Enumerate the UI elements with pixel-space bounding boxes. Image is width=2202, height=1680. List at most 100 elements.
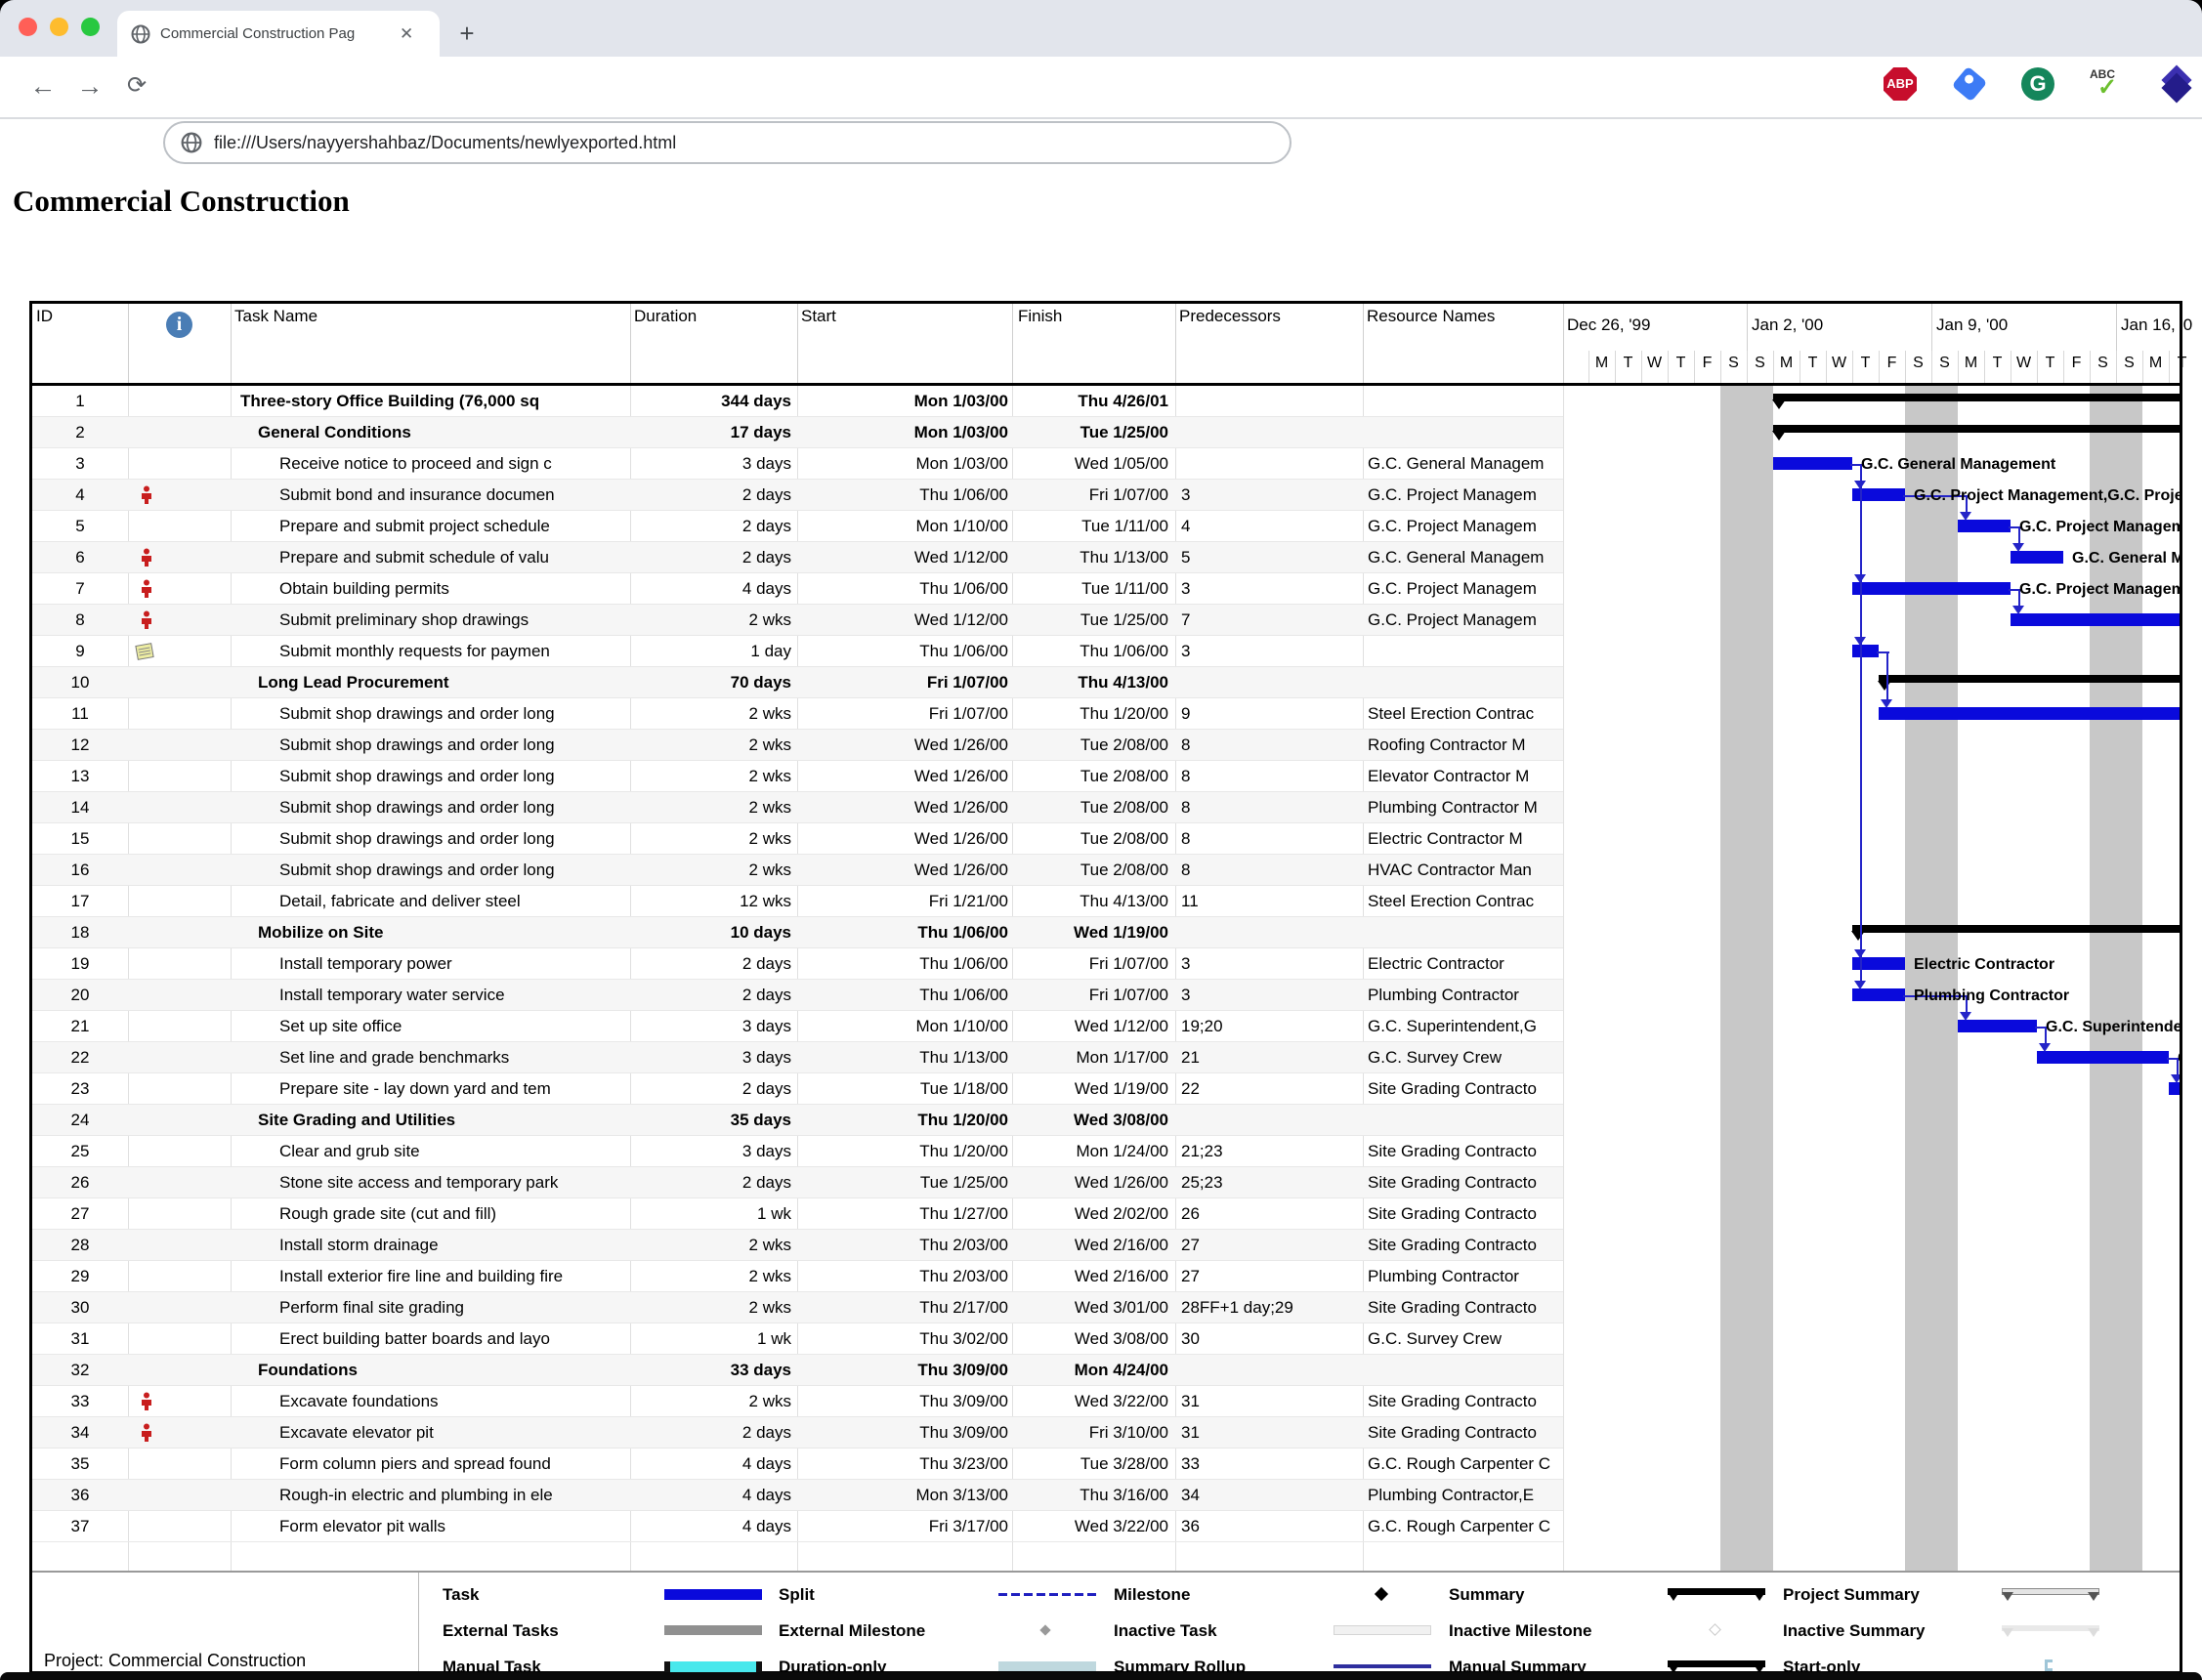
cell-predecessors: 8 bbox=[1181, 761, 1357, 792]
cell-finish: Tue 2/08/00 bbox=[1014, 761, 1168, 792]
cell-id: 9 bbox=[32, 636, 128, 667]
cell-predecessors bbox=[1181, 917, 1357, 948]
close-window-button[interactable] bbox=[19, 18, 37, 36]
link-line bbox=[2177, 1058, 2179, 1074]
gantt-summary-start-triangle bbox=[1878, 681, 1891, 691]
timeline-day-letter: M bbox=[1588, 355, 1615, 372]
reload-button[interactable]: ⟳ bbox=[115, 64, 158, 107]
cell-resources: Electric Contractor bbox=[1368, 948, 1561, 980]
gantt-summary-bar bbox=[1879, 675, 2180, 683]
cell-predecessors: 21;23 bbox=[1181, 1136, 1357, 1167]
cell-start: Wed 1/12/00 bbox=[797, 542, 1008, 573]
cell-start: Thu 1/06/00 bbox=[797, 480, 1008, 511]
cell-resources: Plumbing Contractor M bbox=[1368, 792, 1561, 823]
zoom-window-button[interactable] bbox=[81, 18, 100, 36]
timeline-day-letter: S bbox=[1720, 355, 1747, 372]
cell-task-name: Prepare and submit schedule of valu bbox=[231, 542, 630, 573]
weekend-shading bbox=[2090, 386, 2142, 1571]
layers-extension-icon[interactable] bbox=[2158, 67, 2195, 105]
cell-start: Fri 1/21/00 bbox=[797, 886, 1008, 917]
spellcheck-abc-extension-icon[interactable]: ABC ✓ bbox=[2090, 67, 2127, 105]
symbol-manual-task bbox=[756, 1661, 762, 1672]
cell-resources: Site Grading Contracto bbox=[1368, 1386, 1561, 1417]
cell-start: Tue 1/25/00 bbox=[797, 1167, 1008, 1198]
cell-duration: 2 days bbox=[630, 980, 791, 1011]
cell-finish: Tue 1/25/00 bbox=[1014, 605, 1168, 636]
adblock-plus-extension-icon[interactable]: ABP bbox=[1884, 67, 1921, 105]
gantt-task-bar bbox=[1773, 457, 1852, 470]
cell-resources: G.C. General Managem bbox=[1368, 542, 1561, 573]
tab-close-icon[interactable]: ✕ bbox=[400, 24, 413, 44]
table-row: 34Excavate elevator pit2 daysThu 3/09/00… bbox=[32, 1417, 1563, 1449]
timeline-week-label: Jan 2, '00 bbox=[1752, 315, 1823, 335]
legend-item-label: Inactive Milestone bbox=[1449, 1621, 1591, 1641]
cell-id: 8 bbox=[32, 605, 128, 636]
table-row: 9Submit monthly requests for paymen1 day… bbox=[32, 636, 1563, 667]
column-separator bbox=[231, 304, 232, 383]
cell-start: Mon 1/03/00 bbox=[797, 386, 1008, 417]
forward-button[interactable]: → bbox=[68, 64, 111, 107]
cell-task-name: Form column piers and spread found bbox=[231, 1449, 630, 1480]
cell-start: Thu 1/06/00 bbox=[797, 636, 1008, 667]
cell-finish: Tue 2/08/00 bbox=[1014, 823, 1168, 855]
col-header-id: ID bbox=[36, 307, 53, 326]
table-row: 27Rough grade site (cut and fill)1 wkThu… bbox=[32, 1198, 1563, 1230]
timeline-week-label: Jan 16, '0 bbox=[2121, 315, 2192, 335]
gantt-task-bar bbox=[1852, 645, 1879, 657]
link-arrowhead bbox=[1881, 699, 1892, 708]
cell-task-name: Submit shop drawings and order long bbox=[231, 792, 630, 823]
back-button[interactable]: ← bbox=[21, 64, 64, 107]
cell-finish: Wed 3/01/00 bbox=[1014, 1292, 1168, 1323]
gantt-summary-start-triangle bbox=[1772, 399, 1786, 409]
url-text[interactable]: file:///Users/nayyershahbaz/Documents/ne… bbox=[214, 133, 676, 153]
cell-predecessors: 21 bbox=[1181, 1042, 1357, 1073]
cell-finish: Wed 3/08/00 bbox=[1014, 1323, 1168, 1355]
minimize-window-button[interactable] bbox=[50, 18, 68, 36]
cell-finish: Mon 1/24/00 bbox=[1014, 1136, 1168, 1167]
link-arrowhead bbox=[1960, 512, 1971, 521]
site-info-globe-icon[interactable] bbox=[181, 132, 202, 153]
cell-finish: Fri 3/10/00 bbox=[1014, 1417, 1168, 1449]
cell-start: Mon 1/03/00 bbox=[797, 448, 1008, 480]
cell-start: Wed 1/12/00 bbox=[797, 605, 1008, 636]
cell-task-name: Submit shop drawings and order long bbox=[231, 823, 630, 855]
cell-finish: Wed 1/19/00 bbox=[1014, 1073, 1168, 1105]
cell-resources bbox=[1368, 417, 1561, 448]
browser-tab[interactable]: Commercial Construction Pag ✕ bbox=[117, 11, 440, 57]
timeline-day-letter: T bbox=[2169, 355, 2195, 372]
cell-resources: Plumbing Contractor bbox=[1368, 980, 1561, 1011]
timeline-day-letter: T bbox=[1668, 355, 1694, 372]
symbol-inactive-task bbox=[1334, 1625, 1431, 1635]
cell-predecessors bbox=[1181, 417, 1357, 448]
legend-item-label: External Tasks bbox=[443, 1621, 559, 1641]
grammarly-extension-icon[interactable]: G bbox=[2021, 67, 2058, 105]
cell-start: Thu 3/09/00 bbox=[797, 1355, 1008, 1386]
symbol-summary bbox=[1754, 1592, 1765, 1601]
price-tag-extension-icon[interactable] bbox=[1953, 67, 1990, 105]
cell-finish: Fri 1/07/00 bbox=[1014, 980, 1168, 1011]
new-tab-button[interactable]: + bbox=[447, 14, 487, 53]
cell-finish: Wed 2/02/00 bbox=[1014, 1198, 1168, 1230]
cell-task-name: Prepare site - lay down yard and tem bbox=[231, 1073, 630, 1105]
table-row: 20Install temporary water service2 daysT… bbox=[32, 980, 1563, 1011]
cell-id: 4 bbox=[32, 480, 128, 511]
cell-predecessors: 33 bbox=[1181, 1449, 1357, 1480]
gantt-task-bar bbox=[2037, 1051, 2169, 1064]
cell-task-name: Stone site access and temporary park bbox=[231, 1167, 630, 1198]
symbol-external bbox=[664, 1625, 762, 1635]
table-row: 11Submit shop drawings and order long2 w… bbox=[32, 698, 1563, 730]
cell-id: 20 bbox=[32, 980, 128, 1011]
cell-duration: 2 days bbox=[630, 480, 791, 511]
cell-resources bbox=[1368, 386, 1561, 417]
cell-id: 24 bbox=[32, 1105, 128, 1136]
address-bar[interactable]: file:///Users/nayyershahbaz/Documents/ne… bbox=[163, 121, 1292, 164]
cell-id: 19 bbox=[32, 948, 128, 980]
legend-item-label: Project Summary bbox=[1783, 1585, 1920, 1605]
symbol-project-summary bbox=[2002, 1592, 2013, 1601]
column-separator bbox=[128, 304, 129, 383]
cell-resources: Site Grading Contracto bbox=[1368, 1417, 1561, 1449]
cell-resources: Roofing Contractor M bbox=[1368, 730, 1561, 761]
col-header-task: Task Name bbox=[234, 307, 318, 326]
cell-duration: 4 days bbox=[630, 1449, 791, 1480]
cell-predecessors: 3 bbox=[1181, 573, 1357, 605]
